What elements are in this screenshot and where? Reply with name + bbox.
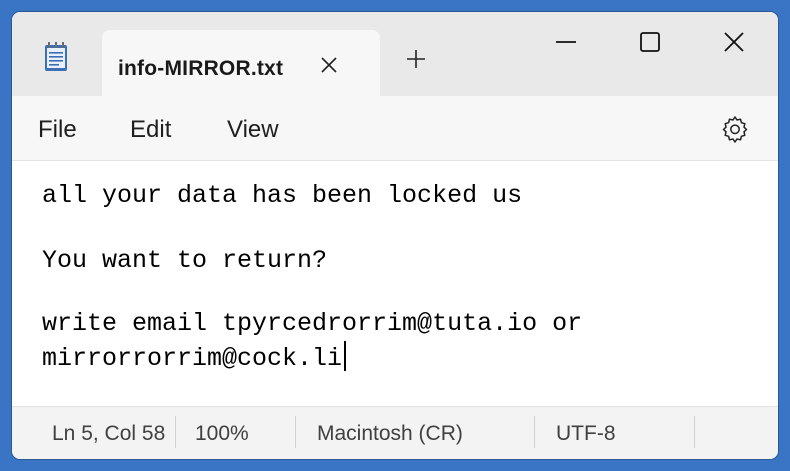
status-divider: [694, 416, 695, 448]
minimize-icon[interactable]: [550, 26, 582, 58]
tab-title: info-MIRROR.txt: [118, 57, 284, 80]
plus-icon[interactable]: [405, 48, 427, 70]
menu-edit[interactable]: Edit: [130, 116, 171, 144]
editor-line: You want to return?: [42, 246, 328, 275]
tab-info-mirror[interactable]: info-MIRROR.txt: [102, 30, 380, 96]
cursor-position: Ln 5, Col 58: [52, 422, 166, 445]
editor-line: write email tpyrcedrorrim@tuta.io or: [42, 309, 583, 338]
status-divider: [295, 416, 296, 448]
menu-file[interactable]: File: [38, 116, 77, 144]
text-editor[interactable]: all your data has been locked us You wan…: [12, 160, 778, 406]
title-bar: info-MIRROR.txt: [12, 12, 778, 96]
close-icon[interactable]: [319, 55, 339, 75]
menu-bar: File Edit View: [12, 96, 778, 160]
gear-icon[interactable]: [720, 114, 750, 144]
editor-line-last: mirrorrorrim@cock.li: [42, 341, 347, 373]
status-divider: [175, 416, 176, 448]
line-ending: Macintosh (CR): [317, 422, 463, 445]
menu-view[interactable]: View: [227, 116, 279, 144]
text-caret: [344, 341, 347, 371]
editor-line-text: mirrorrorrim@cock.li: [42, 344, 343, 373]
encoding: UTF-8: [556, 422, 616, 445]
status-divider: [534, 416, 535, 448]
notepad-window: info-MIRROR.txt File Edit View all your …: [12, 12, 778, 459]
status-bar: Ln 5, Col 58 100% Macintosh (CR) UTF-8: [12, 406, 778, 459]
maximize-icon[interactable]: [634, 26, 666, 58]
zoom-level: 100%: [195, 422, 249, 445]
close-window-icon[interactable]: [718, 26, 750, 58]
notepad-icon: [44, 42, 68, 72]
editor-line: all your data has been locked us: [42, 181, 523, 210]
